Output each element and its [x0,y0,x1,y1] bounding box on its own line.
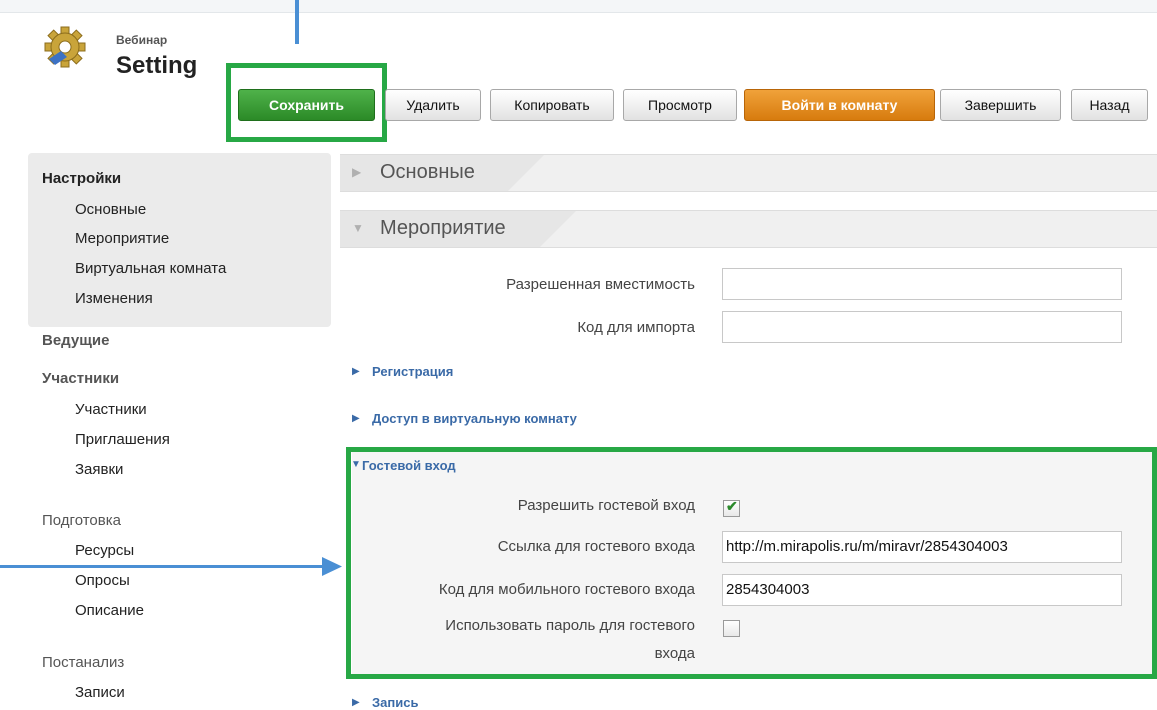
sidebar-heading-settings[interactable]: Настройки [42,170,121,187]
sidebar-item-recordings[interactable]: Записи [75,684,125,701]
sidebar-item-polls[interactable]: Опросы [75,572,130,589]
capacity-input[interactable] [722,268,1122,300]
annotation-arrow-top [295,0,299,44]
page-title: Setting [116,52,198,79]
sidebar-heading-participants[interactable]: Участники [42,370,119,387]
capacity-label: Разрешенная вместимость [506,276,695,293]
top-strip [0,0,1157,13]
delete-button[interactable]: Удалить [385,89,481,121]
sidebar-item-requests[interactable]: Заявки [75,461,123,478]
sidebar-item-basic[interactable]: Основные [75,201,146,218]
sidebar-item-event[interactable]: Мероприятие [75,230,169,247]
gear-icon [44,26,86,68]
sidebar-item-changes[interactable]: Изменения [75,290,153,307]
sidebar-heading-postanalysis[interactable]: Постанализ [42,654,124,671]
finish-button[interactable]: Завершить [940,89,1061,121]
section-event[interactable]: ▼ Мероприятие [340,210,1157,248]
section-basic-label: Основные [380,161,475,183]
import-code-input[interactable] [722,311,1122,343]
guest-highlight-box [346,447,1157,679]
section-basic[interactable]: ▶ Основные [340,154,1157,192]
sidebar-item-participants[interactable]: Участники [75,401,147,418]
registration-link[interactable]: Регистрация [372,364,453,379]
triangle-right-icon: ▶ [352,366,360,377]
enter-room-button[interactable]: Войти в комнату [744,89,935,121]
import-code-label: Код для импорта [577,319,695,336]
triangle-right-icon: ▶ [352,697,360,708]
triangle-right-icon: ▶ [352,413,360,424]
sidebar-item-virtual-room[interactable]: Виртуальная комната [75,260,226,277]
room-access-link[interactable]: Доступ в виртуальную комнату [372,411,577,426]
sidebar-heading-hosts[interactable]: Ведущие [42,332,109,349]
sidebar-item-resources[interactable]: Ресурсы [75,542,134,559]
back-button[interactable]: Назад [1071,89,1148,121]
section-event-label: Мероприятие [380,217,506,239]
sidebar-item-invitations[interactable]: Приглашения [75,431,170,448]
arrowhead-icon [322,557,342,576]
view-button[interactable]: Просмотр [623,89,737,121]
sidebar-heading-preparation[interactable]: Подготовка [42,512,121,529]
save-button[interactable]: Сохранить [238,89,375,121]
sidebar-item-description[interactable]: Описание [75,602,144,619]
triangle-down-icon: ▼ [352,221,364,235]
annotation-arrow-left [0,565,326,568]
copy-button[interactable]: Копировать [490,89,614,121]
triangle-right-icon: ▶ [352,165,362,179]
page-subtitle: Вебинар [116,33,168,47]
